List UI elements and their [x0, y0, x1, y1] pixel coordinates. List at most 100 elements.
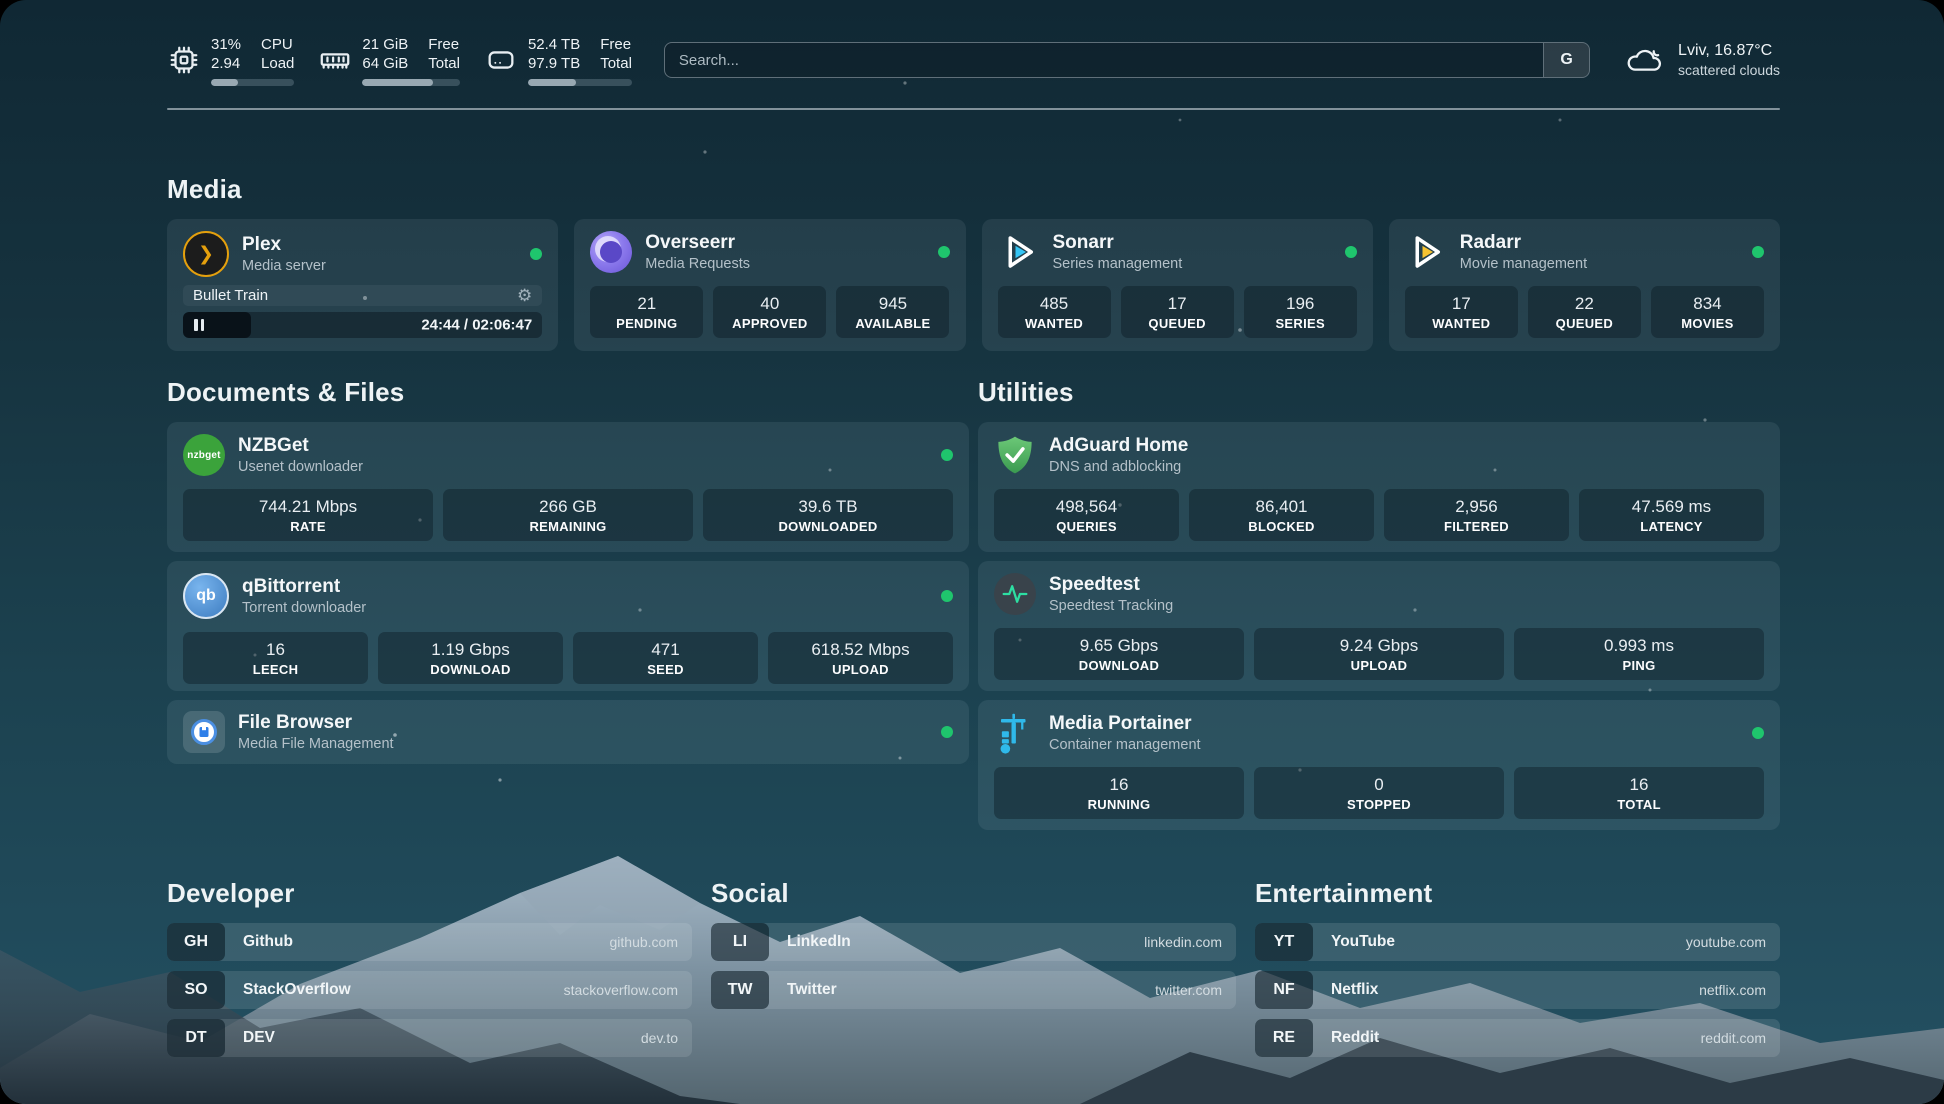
plex-icon: [183, 231, 229, 277]
service-card-plex[interactable]: Plex Media server Bullet Train ⚙ 24:44: [167, 219, 558, 351]
disk-widget: 52.4 TB 97.9 TB Free Total: [484, 35, 632, 86]
cpu-usage-value: 31%: [211, 35, 241, 55]
search-input[interactable]: [665, 43, 1543, 77]
status-dot: [941, 726, 953, 738]
service-subtitle: Media Requests: [645, 256, 750, 272]
service-card-overseerr[interactable]: Overseerr Media Requests 21PENDING 40APP…: [574, 219, 965, 351]
service-name: Sonarr: [1053, 232, 1183, 255]
service-card-radarr[interactable]: Radarr Movie management 17WANTED 22QUEUE…: [1389, 219, 1780, 351]
stat-tile: 40APPROVED: [713, 286, 826, 338]
section-title-developer: Developer: [167, 878, 692, 909]
bookmark-name: Twitter: [787, 981, 837, 999]
status-dot: [1752, 727, 1764, 739]
service-name: Media Portainer: [1049, 713, 1201, 736]
service-subtitle: Media server: [242, 258, 326, 274]
section-title-utilities: Utilities: [978, 377, 1780, 408]
stat-tile: 618.52 MbpsUPLOAD: [768, 632, 953, 684]
now-playing-row: Bullet Train ⚙: [183, 285, 542, 306]
cpu-load-label: Load: [261, 54, 294, 74]
stat-tile: 16LEECH: [183, 632, 368, 684]
bookmark-name: StackOverflow: [243, 981, 351, 999]
stat-tile: 86,401BLOCKED: [1189, 489, 1374, 541]
service-name: NZBGet: [238, 435, 363, 458]
bookmark-url: reddit.com: [1701, 1030, 1766, 1046]
service-subtitle: Usenet downloader: [238, 459, 363, 475]
playback-time: 24:44 / 02:06:47: [421, 317, 532, 334]
cpu-load-value: 2.94: [211, 54, 241, 74]
bookmark-url: github.com: [610, 934, 678, 950]
gear-icon[interactable]: ⚙: [517, 287, 532, 304]
bookmark-linkedin[interactable]: LI LinkedIn linkedin.com: [711, 923, 1236, 961]
now-playing-title: Bullet Train: [193, 287, 268, 304]
portainer-icon: [994, 712, 1036, 754]
section-developer: Developer GH Github github.com SO StackO…: [167, 878, 692, 1057]
bookmark-abbr: RE: [1255, 1019, 1313, 1057]
search-engine-button[interactable]: G: [1543, 43, 1589, 77]
qbittorrent-icon: qb: [183, 573, 229, 619]
service-name: Speedtest: [1049, 574, 1173, 597]
bookmark-abbr: NF: [1255, 971, 1313, 1009]
disk-icon: [484, 43, 518, 77]
service-subtitle: Media File Management: [238, 736, 394, 752]
status-dot: [938, 246, 950, 258]
service-subtitle: Series management: [1053, 256, 1183, 272]
cpu-progress-bar: [211, 79, 294, 86]
service-card-filebrowser[interactable]: File Browser Media File Management: [167, 700, 969, 764]
cpu-widget: 31% 2.94 CPU Load: [167, 35, 294, 86]
bookmark-twitter[interactable]: TW Twitter twitter.com: [711, 971, 1236, 1009]
service-subtitle: Speedtest Tracking: [1049, 598, 1173, 614]
bookmark-netflix[interactable]: NF Netflix netflix.com: [1255, 971, 1780, 1009]
pause-icon: [194, 319, 204, 331]
memory-widget: 21 GiB 64 GiB Free Total: [318, 35, 460, 86]
section-title-entertainment: Entertainment: [1255, 878, 1780, 909]
section-documents: Documents & Files nzbget NZBGet Usenet d…: [167, 377, 969, 764]
status-dot: [1345, 246, 1357, 258]
stat-tile: 9.24 GbpsUPLOAD: [1254, 628, 1504, 680]
bookmark-dev[interactable]: DT DEV dev.to: [167, 1019, 692, 1057]
disk-total-label: Total: [600, 54, 632, 74]
service-card-sonarr[interactable]: Sonarr Series management 485WANTED 17QUE…: [982, 219, 1373, 351]
stat-tile: 196SERIES: [1244, 286, 1357, 338]
stat-tile: 945AVAILABLE: [836, 286, 949, 338]
memory-free-label: Free: [428, 35, 460, 55]
bookmark-github[interactable]: GH Github github.com: [167, 923, 692, 961]
stat-tile: 16RUNNING: [994, 767, 1244, 819]
stat-tile: 1.19 GbpsDOWNLOAD: [378, 632, 563, 684]
memory-free-value: 21 GiB: [362, 35, 408, 55]
service-name: Overseerr: [645, 232, 750, 255]
bookmark-abbr: YT: [1255, 923, 1313, 961]
bookmark-url: linkedin.com: [1144, 934, 1222, 950]
service-card-nzbget[interactable]: nzbget NZBGet Usenet downloader 744.21 M…: [167, 422, 969, 552]
bookmark-name: Github: [243, 933, 293, 951]
cloud-icon: [1624, 44, 1666, 76]
bookmark-youtube[interactable]: YT YouTube youtube.com: [1255, 923, 1780, 961]
stat-tile: 47.569 msLATENCY: [1579, 489, 1764, 541]
disk-free-value: 52.4 TB: [528, 35, 580, 55]
bookmark-name: Reddit: [1331, 1029, 1379, 1047]
bookmark-stackoverflow[interactable]: SO StackOverflow stackoverflow.com: [167, 971, 692, 1009]
weather-widget[interactable]: Lviv, 16.87°C scattered clouds: [1624, 42, 1780, 78]
service-card-adguard[interactable]: AdGuard Home DNS and adblocking 498,564Q…: [978, 422, 1780, 552]
service-card-portainer[interactable]: Media Portainer Container management 16R…: [978, 700, 1780, 830]
weather-condition: scattered clouds: [1678, 62, 1780, 78]
bookmark-name: Netflix: [1331, 981, 1378, 999]
cpu-usage-label: CPU: [261, 35, 294, 55]
service-name: qBittorrent: [242, 576, 366, 599]
bookmark-abbr: GH: [167, 923, 225, 961]
adguard-icon: [994, 434, 1036, 476]
section-social: Social LI LinkedIn linkedin.com TW Twitt…: [711, 878, 1236, 1057]
service-subtitle: DNS and adblocking: [1049, 459, 1188, 475]
service-name: Plex: [242, 234, 326, 257]
bookmark-abbr: LI: [711, 923, 769, 961]
stat-tile: 471SEED: [573, 632, 758, 684]
bookmark-abbr: DT: [167, 1019, 225, 1057]
bookmark-name: DEV: [243, 1029, 275, 1047]
memory-progress-bar: [362, 79, 460, 86]
disk-total-value: 97.9 TB: [528, 54, 580, 74]
section-media: Media Plex Media server Bullet Train ⚙: [167, 174, 1780, 351]
stat-tile: 39.6 TBDOWNLOADED: [703, 489, 953, 541]
service-card-speedtest[interactable]: Speedtest Speedtest Tracking 9.65 GbpsDO…: [978, 561, 1780, 691]
service-card-qbittorrent[interactable]: qb qBittorrent Torrent downloader 16LEEC…: [167, 561, 969, 691]
service-subtitle: Torrent downloader: [242, 600, 366, 616]
bookmark-reddit[interactable]: RE Reddit reddit.com: [1255, 1019, 1780, 1057]
